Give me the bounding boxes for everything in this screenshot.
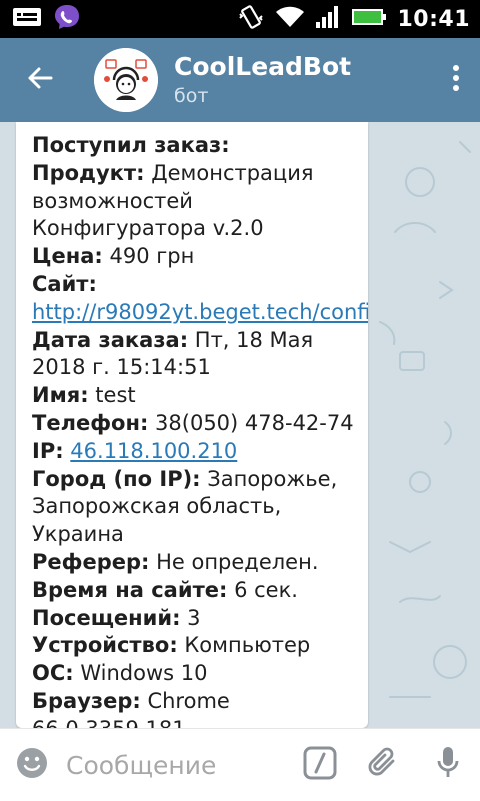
attach-button[interactable]	[352, 729, 416, 801]
avatar[interactable]	[94, 48, 158, 112]
row-value: 38(050) 478-42-74	[148, 410, 354, 435]
message-row: Устройство: Компьютер	[32, 632, 362, 660]
row-label: Реферер:	[32, 549, 150, 574]
row-label: Имя:	[32, 383, 89, 408]
slash-command-icon	[303, 746, 337, 784]
row-value: 490 грн	[102, 244, 195, 269]
microphone-icon	[435, 745, 461, 785]
row-label: Продукт:	[32, 160, 145, 185]
site-link[interactable]: http://r98092yt.beget.tech/config/	[32, 300, 368, 324]
status-bar: 10:41	[0, 0, 480, 38]
row-label: Время на сайте:	[32, 577, 228, 602]
ip-link[interactable]: 46.118.100.210	[70, 439, 237, 463]
message-row: ОС: Windows 10	[32, 660, 362, 688]
message-icon	[12, 6, 42, 32]
chat-subtitle: бот	[174, 85, 209, 107]
message-input[interactable]: Сообщение	[66, 751, 288, 780]
row-label: ОС:	[32, 661, 74, 686]
paperclip-icon	[367, 746, 401, 784]
vibrate-icon	[237, 3, 265, 35]
message-row: Поступил заказ:	[32, 132, 362, 160]
message-text: Поступил заказ: Продукт: Демонстрация во…	[32, 132, 368, 728]
viber-icon	[52, 2, 82, 36]
row-value: Windows 10	[73, 661, 208, 686]
row-value: test	[88, 383, 136, 408]
message-row: Имя: test	[32, 382, 362, 410]
row-label: Посещений:	[32, 605, 181, 630]
message-row: IP: 46.118.100.210	[32, 438, 362, 466]
row-label: Браузер:	[32, 688, 141, 713]
battery-icon	[351, 6, 387, 32]
bot-avatar-icon	[94, 48, 158, 112]
row-label: IP:	[32, 438, 64, 463]
back-arrow-icon	[27, 66, 53, 94]
message-row: Браузер: Chrome 66.0.3359.181	[32, 688, 362, 728]
back-button[interactable]	[0, 38, 80, 122]
emoji-icon	[15, 746, 49, 784]
signal-icon	[315, 5, 341, 33]
row-value: Компьютер	[177, 633, 311, 658]
bot-command-button[interactable]	[288, 729, 352, 801]
voice-record-button[interactable]	[416, 729, 480, 801]
message-row: Телефон: 38(050) 478-42-74	[32, 410, 362, 438]
message-row: Продукт: Демонстрация возможностей Конфи…	[32, 160, 362, 243]
chat-header: CoolLeadBot бот	[0, 38, 480, 122]
message-row: Реферер: Не определен.	[32, 549, 362, 577]
message-row: Город (по IP): Запорожье, Запорожская об…	[32, 466, 362, 549]
message-bubble[interactable]: Поступил заказ: Продукт: Демонстрация во…	[16, 122, 368, 728]
row-label: Город (по IP):	[32, 466, 201, 491]
message-row: Посещений: 3	[32, 605, 362, 633]
row-value: 3	[180, 605, 201, 630]
message-row: Время на сайте: 6 сек.	[32, 577, 362, 605]
message-row: Дата заказа: Пт, 18 Мая 2018 г. 15:14:51	[32, 327, 362, 383]
row-label: Устройство:	[32, 633, 178, 658]
row-label: Телефон:	[32, 410, 149, 435]
message-row: Сайт: http://r98092yt.beget.tech/config/	[32, 271, 368, 327]
status-time: 10:41	[397, 6, 470, 32]
row-value: 6 сек.	[227, 577, 298, 602]
emoji-button[interactable]	[0, 729, 64, 801]
row-value: Не определен.	[149, 549, 319, 574]
message-input-bar: Сообщение	[0, 728, 480, 801]
row-label: Сайт:	[32, 271, 97, 296]
chat-area[interactable]: Поступил заказ: Продукт: Демонстрация во…	[0, 122, 480, 728]
row-label: Дата заказа:	[32, 327, 189, 352]
chat-title: CoolLeadBot	[174, 52, 352, 81]
wifi-icon	[275, 5, 305, 33]
row-label: Цена:	[32, 244, 103, 269]
message-row: Цена: 490 грн	[32, 243, 362, 271]
more-vertical-icon	[452, 65, 460, 95]
row-label: Поступил заказ:	[32, 133, 230, 157]
more-menu-button[interactable]	[432, 38, 480, 122]
